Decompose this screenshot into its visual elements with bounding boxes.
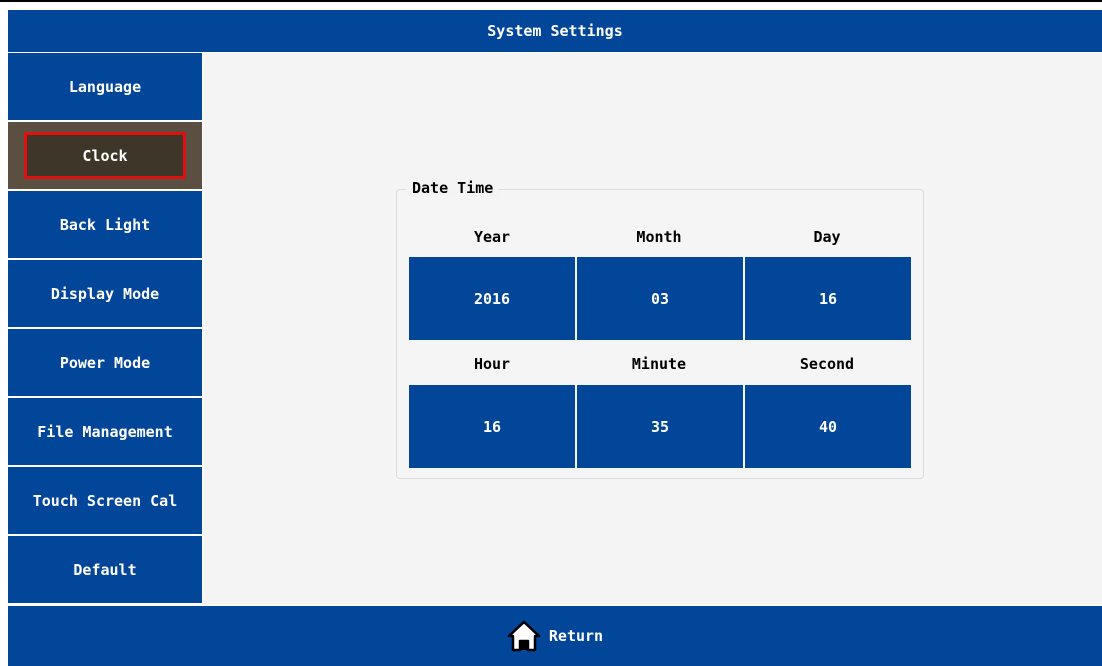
minute-label: Minute: [631, 355, 687, 373]
sidebar-item-touch-screen-cal[interactable]: Touch Screen Cal: [8, 467, 202, 534]
second-value: 40: [818, 417, 838, 436]
sidebar-item-label: Touch Screen Cal: [32, 491, 178, 510]
page-title: System Settings: [8, 10, 1102, 52]
home-icon: [507, 620, 541, 652]
return-label: Return: [548, 627, 604, 645]
hour-field[interactable]: 16: [409, 385, 575, 468]
sidebar-item-default[interactable]: Default: [8, 536, 202, 603]
sidebar-item-label: Clock: [24, 132, 186, 179]
hour-value: 16: [482, 417, 502, 436]
second-label: Second: [799, 355, 855, 373]
day-field[interactable]: 16: [745, 257, 911, 340]
year-value: 2016: [473, 289, 511, 308]
year-label: Year: [473, 228, 511, 246]
date-time-group-title: Date Time: [406, 179, 500, 197]
sidebar-item-label: Default: [73, 560, 137, 579]
sidebar-item-label: File Management: [37, 422, 173, 441]
month-field[interactable]: 03: [577, 257, 743, 340]
sidebar-item-back-light[interactable]: Back Light: [8, 191, 202, 258]
sidebar-item-label: Power Mode: [59, 353, 151, 372]
month-value: 03: [650, 289, 670, 308]
sidebar-item-power-mode[interactable]: Power Mode: [8, 329, 202, 396]
minute-value: 35: [650, 417, 670, 436]
sidebar-item-label: Language: [68, 77, 142, 96]
sidebar-item-label: Back Light: [59, 215, 151, 234]
day-label: Day: [813, 228, 841, 246]
month-label: Month: [636, 228, 682, 246]
sidebar-item-language[interactable]: Language: [8, 53, 202, 120]
sidebar-item-display-mode[interactable]: Display Mode: [8, 260, 202, 327]
sidebar-item-file-management[interactable]: File Management: [8, 398, 202, 465]
minute-field[interactable]: 35: [577, 385, 743, 468]
hour-label: Hour: [473, 355, 511, 373]
year-field[interactable]: 2016: [409, 257, 575, 340]
day-value: 16: [818, 289, 838, 308]
sidebar-item-label: Display Mode: [50, 284, 160, 303]
second-field[interactable]: 40: [745, 385, 911, 468]
page-title-text: System Settings: [487, 22, 623, 40]
sidebar-item-clock[interactable]: Clock: [8, 122, 202, 189]
return-button[interactable]: Return: [8, 606, 1102, 666]
sidebar: Language Clock Back Light Display Mode P…: [8, 53, 202, 605]
